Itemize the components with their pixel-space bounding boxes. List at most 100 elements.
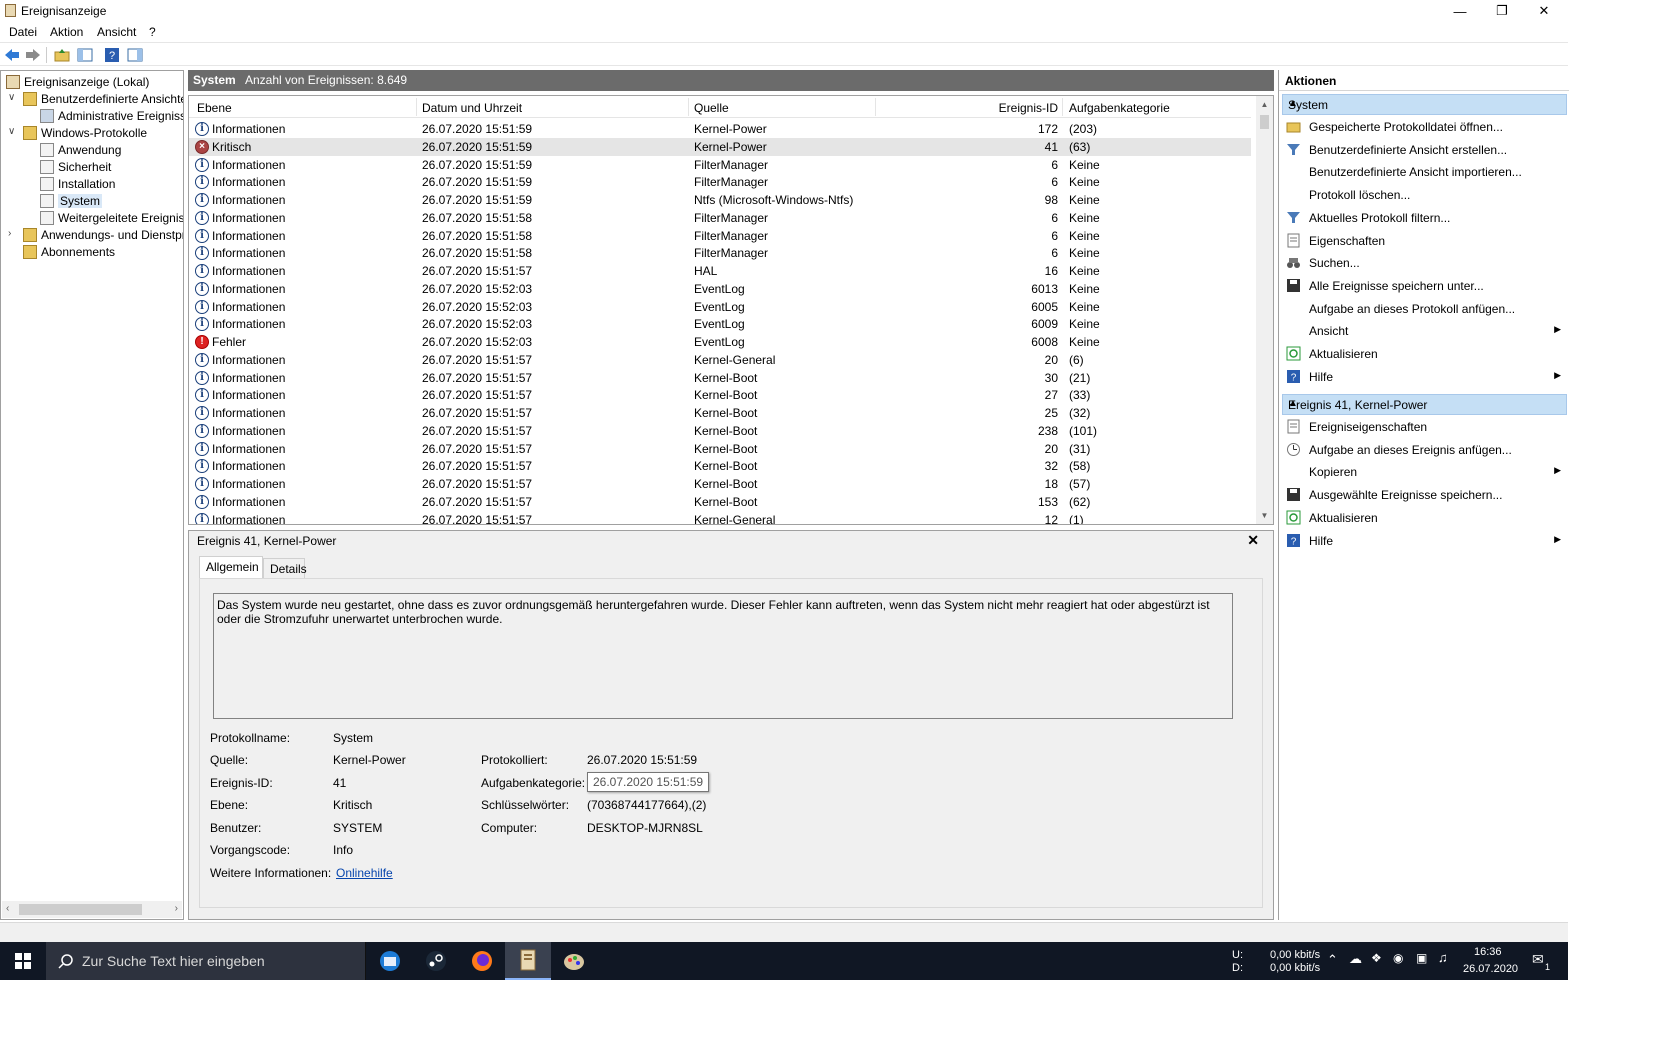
action-item[interactable]: Ereigniseigenschaften	[1282, 416, 1567, 438]
action-item[interactable]: Protokoll löschen...	[1282, 184, 1567, 206]
table-row[interactable]: i Informationen 26.07.2020 15:51:57 Kernel-…	[189, 511, 1251, 524]
up-folder-icon[interactable]	[53, 46, 71, 64]
action-item[interactable]: ? Hilfe ▶	[1282, 366, 1567, 388]
table-row[interactable]: i Informationen 26.07.2020 15:51:58 FilterM…	[189, 209, 1251, 227]
column-header-source[interactable]: Quelle	[694, 101, 729, 115]
table-row[interactable]: i Informationen 26.07.2020 15:51:59 FilterM…	[189, 156, 1251, 174]
online-help-link[interactable]: Onlinehilfe	[336, 866, 393, 880]
column-divider[interactable]	[688, 98, 689, 116]
tree-item-forwarded[interactable]: Weitergeleitete Ereignisse	[40, 209, 183, 226]
menu-ansicht[interactable]: Ansicht	[97, 25, 136, 39]
table-row[interactable]: × Kritisch 26.07.2020 15:51:59 Kernel-Power…	[189, 137, 1251, 156]
event-viewer-taskbar-icon[interactable]	[505, 942, 551, 980]
minimize-button[interactable]: —	[1438, 0, 1482, 22]
onedrive-icon[interactable]: ☁	[1349, 951, 1362, 967]
scroll-up-icon[interactable]: ▲	[1256, 96, 1273, 113]
section-system[interactable]: System ▲	[1282, 94, 1567, 115]
tree-item-custom-views[interactable]: Benutzerdefinierte Ansichten	[23, 90, 183, 107]
tree-item-setup[interactable]: Installation	[40, 175, 115, 192]
clock-time[interactable]: 16:36	[1474, 946, 1502, 958]
action-item[interactable]: Aufgabe an dieses Protokoll anfügen...	[1282, 298, 1567, 320]
action-item[interactable]: Kopieren ▶	[1282, 461, 1567, 483]
tree-item-admin-events[interactable]: Administrative Ereignisse	[40, 107, 183, 124]
action-item[interactable]: ? Hilfe ▶	[1282, 530, 1567, 552]
volume-icon[interactable]: ♫	[1438, 950, 1448, 965]
scroll-right-icon[interactable]: ›	[175, 903, 178, 914]
column-divider[interactable]	[1062, 98, 1063, 116]
taskbar-search[interactable]: Zur Suche Text hier eingeben	[46, 942, 366, 980]
collapse-caret-icon[interactable]: ▲	[1288, 398, 1560, 409]
restore-button[interactable]: ❐	[1480, 0, 1524, 22]
table-row[interactable]: i Informationen 26.07.2020 15:51:59 Kernel-…	[189, 120, 1251, 138]
table-row[interactable]: i Informationen 26.07.2020 15:51:57 HAL 16 Ke…	[189, 262, 1251, 280]
action-item[interactable]: Aufgabe an dieses Ereignis anfügen...	[1282, 439, 1567, 461]
expand-icon[interactable]: ›	[8, 228, 11, 239]
show-hide-action-pane-icon[interactable]	[126, 46, 144, 64]
tree-item-security[interactable]: Sicherheit	[40, 158, 111, 175]
column-header-category[interactable]: Aufgabenkategorie	[1069, 101, 1170, 115]
table-row[interactable]: i Informationen 26.07.2020 15:52:03 EventLo…	[189, 315, 1251, 333]
scrollbar-thumb[interactable]	[19, 904, 142, 915]
event-message[interactable]: Das System wurde neu gestartet, ohne das…	[213, 593, 1233, 719]
dropbox-icon[interactable]: ❖	[1371, 951, 1382, 965]
action-item[interactable]: Gespeicherte Protokolldatei öffnen...	[1282, 116, 1567, 138]
tree-item-root[interactable]: Ereignisanzeige (Lokal)	[6, 73, 149, 90]
table-row[interactable]: i Informationen 26.07.2020 15:52:03 EventLo…	[189, 280, 1251, 298]
menu-help[interactable]: ?	[149, 25, 156, 39]
tree-item-application[interactable]: Anwendung	[40, 141, 121, 158]
table-row[interactable]: i Informationen 26.07.2020 15:51:58 FilterM…	[189, 244, 1251, 262]
table-row[interactable]: i Informationen 26.07.2020 15:51:59 FilterM…	[189, 173, 1251, 191]
table-row[interactable]: i Informationen 26.07.2020 15:51:59 Ntfs (M…	[189, 191, 1251, 209]
menu-datei[interactable]: Datei	[9, 25, 37, 39]
steam-icon[interactable]	[413, 942, 459, 980]
tree-item-apps-services[interactable]: Anwendungs- und Dienstprotokolle	[23, 226, 183, 243]
menu-aktion[interactable]: Aktion	[50, 25, 83, 39]
scroll-down-icon[interactable]: ▼	[1256, 507, 1273, 524]
action-item[interactable]: Benutzerdefinierte Ansicht erstellen...	[1282, 139, 1567, 161]
table-row[interactable]: i Informationen 26.07.2020 15:51:58 FilterM…	[189, 227, 1251, 245]
table-row[interactable]: ! Fehler 26.07.2020 15:52:03 EventLog 6008 Ke…	[189, 333, 1251, 351]
action-item[interactable]: Ansicht ▶	[1282, 320, 1567, 342]
tab-general[interactable]: Allgemein	[199, 556, 263, 579]
forward-arrow-icon[interactable]	[24, 46, 42, 64]
thunderbird-icon[interactable]	[367, 942, 413, 980]
table-row[interactable]: i Informationen 26.07.2020 15:51:57 Kernel-…	[189, 386, 1251, 404]
firefox-icon[interactable]	[459, 942, 505, 980]
close-button[interactable]: ✕	[1522, 0, 1566, 22]
help-icon[interactable]: ?	[103, 46, 121, 64]
table-row[interactable]: i Informationen 26.07.2020 15:51:57 Kernel-…	[189, 475, 1251, 493]
scroll-left-icon[interactable]: ‹	[6, 903, 9, 914]
column-divider[interactable]	[875, 98, 876, 116]
action-item[interactable]: Aktualisieren	[1282, 343, 1567, 365]
action-item[interactable]: Aktualisieren	[1282, 507, 1567, 529]
tree-item-subscriptions[interactable]: Abonnements	[23, 243, 115, 260]
tree-horizontal-scrollbar[interactable]: ‹ ›	[2, 901, 182, 918]
detail-close-icon[interactable]: ✕	[1247, 532, 1259, 549]
back-arrow-icon[interactable]	[3, 46, 21, 64]
table-row[interactable]: i Informationen 26.07.2020 15:51:57 Kernel-…	[189, 457, 1251, 475]
scrollbar-thumb[interactable]	[1260, 115, 1269, 129]
table-row[interactable]: i Informationen 26.07.2020 15:51:57 Kernel-…	[189, 422, 1251, 440]
action-item[interactable]: Ausgewählte Ereignisse speichern...	[1282, 484, 1567, 506]
action-item[interactable]: Aktuelles Protokoll filtern...	[1282, 207, 1567, 229]
show-hide-tree-icon[interactable]	[76, 46, 94, 64]
tree-item-windows-logs[interactable]: Windows-Protokolle	[23, 124, 147, 141]
collapse-caret-icon[interactable]: ▲	[1288, 98, 1560, 109]
paint-icon[interactable]	[551, 942, 597, 980]
table-vertical-scrollbar[interactable]: ▲ ▼	[1256, 96, 1273, 524]
show-hidden-icons-icon[interactable]: ⌃	[1327, 952, 1338, 968]
action-item[interactable]: Benutzerdefinierte Ansicht importieren..…	[1282, 161, 1567, 183]
column-divider[interactable]	[416, 98, 417, 116]
column-header-event-id[interactable]: Ereignis-ID	[881, 101, 1058, 115]
table-row[interactable]: i Informationen 26.07.2020 15:51:57 Kernel-…	[189, 440, 1251, 458]
network-icon[interactable]: ▣	[1416, 951, 1427, 965]
action-item[interactable]: Suchen...	[1282, 252, 1567, 274]
table-row[interactable]: i Informationen 26.07.2020 15:51:57 Kernel-…	[189, 369, 1251, 387]
table-row[interactable]: i Informationen 26.07.2020 15:51:57 Kernel-…	[189, 351, 1251, 369]
action-item[interactable]: Eigenschaften	[1282, 230, 1567, 252]
table-row[interactable]: i Informationen 26.07.2020 15:51:57 Kernel-…	[189, 493, 1251, 511]
start-button[interactable]	[0, 942, 46, 980]
clock-date[interactable]: 26.07.2020	[1463, 963, 1518, 975]
action-item[interactable]: Alle Ereignisse speichern unter...	[1282, 275, 1567, 297]
collapse-icon[interactable]: ∨	[8, 92, 15, 103]
